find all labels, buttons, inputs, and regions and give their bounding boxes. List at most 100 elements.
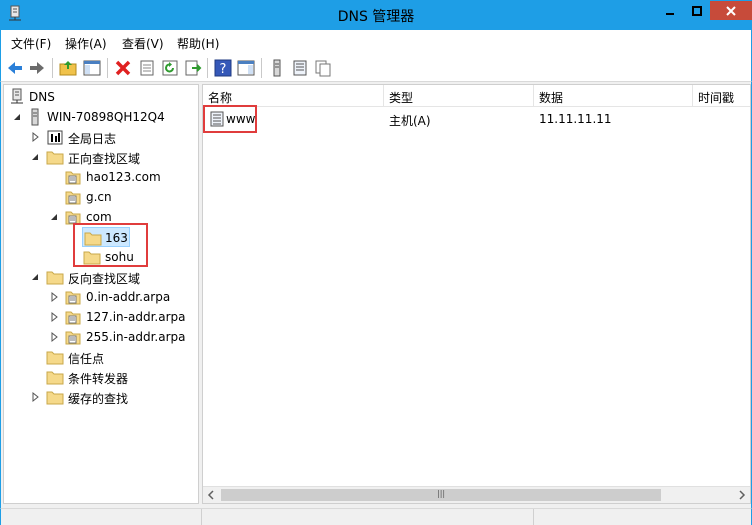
expand-arrow-icon[interactable] — [49, 311, 59, 323]
tree-node-rev-255[interactable]: 255.in-addr.arpa — [4, 327, 194, 347]
toolbar-separator — [107, 58, 108, 78]
event-log-icon — [46, 128, 64, 146]
tree-node-reverse-zones[interactable]: 反向查找区域 — [4, 267, 194, 287]
horizontal-scrollbar[interactable]: ||| — [203, 486, 750, 503]
dns-icon — [8, 88, 26, 106]
folder-icon — [46, 148, 64, 166]
show-hide-action-icon[interactable] — [236, 58, 256, 78]
tree-label: g.cn — [86, 190, 112, 204]
column-header-name[interactable]: 名称 — [203, 85, 384, 107]
tree-label: 条件转发器 — [68, 372, 129, 386]
tree-label: 127.in-addr.arpa — [86, 310, 186, 324]
tree-label: 255.in-addr.arpa — [86, 330, 186, 344]
tree-node-cached-lookups[interactable]: 缓存的查找 — [4, 387, 194, 407]
folder-icon — [46, 268, 64, 286]
back-icon[interactable] — [5, 58, 25, 78]
records-list: 名称 类型 数据 时间戳 www 主机(A) 11.11.11.11 ||| — [202, 84, 751, 504]
window-title: DNS 管理器 — [337, 9, 415, 25]
server-icon[interactable] — [267, 58, 287, 78]
zone-icon — [64, 188, 82, 206]
properties-icon[interactable] — [137, 58, 157, 78]
close-button[interactable] — [710, 1, 752, 20]
status-segment — [533, 509, 534, 525]
expand-arrow-icon[interactable] — [49, 291, 59, 303]
tree-label: WIN-70898QH12Q4 — [47, 110, 165, 124]
tree-node-trust-points[interactable]: 信任点 — [4, 347, 194, 367]
toolbar-separator — [52, 58, 53, 78]
column-header-type[interactable]: 类型 — [384, 85, 534, 107]
tree-node-zone-gcn[interactable]: g.cn — [4, 187, 194, 207]
zone-icon — [64, 328, 82, 346]
tree-node-conditional-forwarders[interactable]: 条件转发器 — [4, 367, 194, 387]
help-icon[interactable]: ? — [213, 58, 233, 78]
scroll-grip-icon: ||| — [437, 489, 446, 498]
collapse-arrow-icon[interactable] — [12, 111, 22, 123]
folder-icon — [46, 388, 64, 406]
toolbar-separator — [261, 58, 262, 78]
tree-node-global-logs[interactable]: 全局日志 — [4, 127, 194, 147]
expand-arrow-icon[interactable] — [30, 131, 40, 143]
collapse-arrow-icon[interactable] — [30, 271, 40, 283]
close-icon — [726, 5, 736, 16]
status-bar — [0, 508, 752, 525]
expand-arrow-icon[interactable] — [30, 391, 40, 403]
refresh-icon[interactable] — [160, 58, 180, 78]
zone-icon — [64, 288, 82, 306]
collapse-arrow-icon[interactable] — [30, 151, 40, 163]
tree-label: 全局日志 — [68, 132, 117, 146]
status-segment — [201, 509, 202, 525]
up-folder-icon[interactable] — [58, 58, 78, 78]
server-icon — [26, 108, 44, 126]
maximize-icon — [691, 5, 702, 16]
expand-arrow-icon[interactable] — [49, 331, 59, 343]
forward-icon[interactable] — [27, 58, 47, 78]
content-area: DNS WIN-70898QH12Q4 全局日志 正向查找区域 hao123.c… — [0, 82, 752, 508]
folder-icon — [46, 348, 64, 366]
menu-action[interactable]: 操作(A) — [65, 35, 107, 52]
toolbar-separator — [207, 58, 208, 78]
column-header-data[interactable]: 数据 — [534, 85, 693, 107]
show-hide-tree-icon[interactable] — [82, 58, 102, 78]
record-data: 11.11.11.11 — [539, 112, 612, 126]
tree-label: DNS — [29, 90, 55, 104]
svg-text:?: ? — [220, 62, 227, 77]
tree-label: 缓存的查找 — [68, 392, 129, 406]
toolbar: ? — [0, 54, 752, 82]
tree-node-forward-zones[interactable]: 正向查找区域 — [4, 147, 194, 167]
tree-node-rev-0[interactable]: 0.in-addr.arpa — [4, 287, 194, 307]
console-tree: DNS WIN-70898QH12Q4 全局日志 正向查找区域 hao123.c… — [3, 84, 199, 504]
delete-icon[interactable] — [113, 58, 133, 78]
annotation-box-163 — [73, 223, 148, 267]
records-icon[interactable] — [290, 58, 310, 78]
scroll-right-icon[interactable] — [733, 487, 750, 503]
scroll-left-icon[interactable] — [203, 487, 220, 503]
tree-node-server[interactable]: WIN-70898QH12Q4 — [4, 107, 194, 127]
column-header-timestamp[interactable]: 时间戳 — [693, 85, 750, 107]
export-list-icon[interactable] — [183, 58, 203, 78]
zone-icon — [64, 308, 82, 326]
tree-label: 反向查找区域 — [68, 272, 141, 286]
list-header: 名称 类型 数据 时间戳 — [203, 85, 750, 107]
menu-bar: 文件(F) 操作(A) 查看(V) 帮助(H) — [0, 30, 752, 54]
menu-help[interactable]: 帮助(H) — [177, 35, 219, 52]
annotation-box-www — [203, 105, 257, 133]
tree-label: com — [86, 210, 112, 224]
collapse-arrow-icon[interactable] — [49, 211, 59, 223]
tree-node-zone-hao123[interactable]: hao123.com — [4, 167, 194, 187]
folder-icon — [46, 368, 64, 386]
minimize-icon — [665, 12, 674, 15]
title-bar: DNS 管理器 — [0, 0, 752, 30]
maximize-button[interactable] — [683, 1, 710, 20]
menu-view[interactable]: 查看(V) — [122, 35, 164, 52]
table-row[interactable]: www 主机(A) 11.11.11.11 — [203, 109, 750, 129]
minimize-button[interactable] — [656, 1, 683, 20]
tree-label: hao123.com — [86, 170, 161, 184]
tree-node-rev-127[interactable]: 127.in-addr.arpa — [4, 307, 194, 327]
tree-label: 0.in-addr.arpa — [86, 290, 171, 304]
record-type: 主机(A) — [389, 114, 431, 128]
menu-file[interactable]: 文件(F) — [11, 35, 51, 52]
tree-node-dns[interactable]: DNS — [4, 87, 194, 107]
copy-icon[interactable] — [313, 58, 333, 78]
tree-label: 信任点 — [68, 352, 105, 366]
zone-icon — [64, 168, 82, 186]
